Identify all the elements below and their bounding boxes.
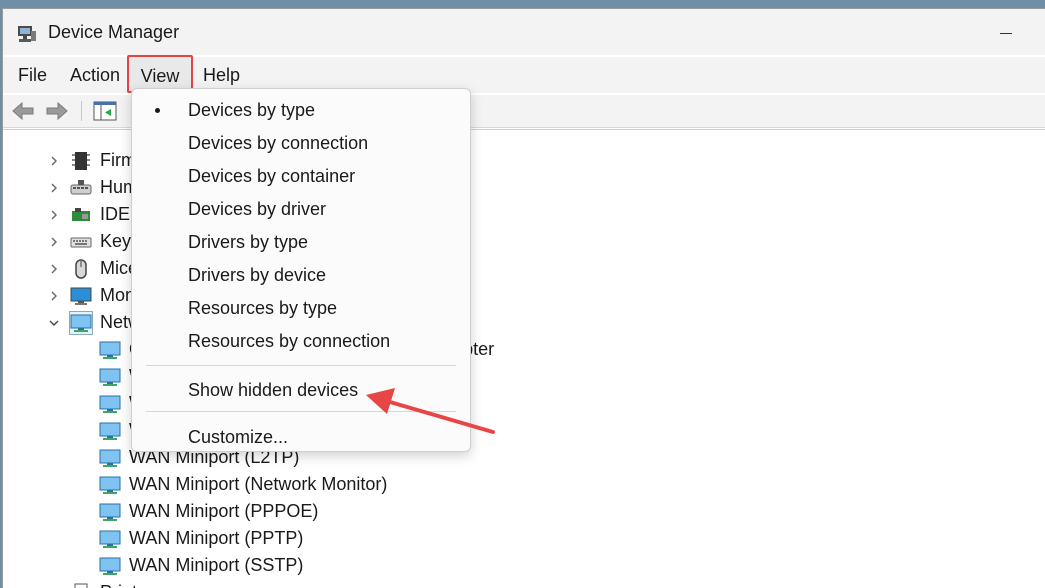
customize-label: Customize... [188,427,289,447]
network-adapter-icon [69,311,93,335]
view-menu-item[interactable]: Devices by driver [132,193,470,225]
view-menu-item-label: Devices by driver [188,199,327,219]
view-menu-item-label: Devices by type [188,100,316,120]
tree-category-label: Print queues [100,579,201,588]
menu-separator [146,365,456,366]
chevron-right-icon[interactable] [47,228,61,255]
ide-controller-icon [70,204,92,226]
hid-icon [70,177,92,199]
view-menu-dropdown: Devices by type Devices by connection Devi… [131,88,471,452]
tree-device-row[interactable]: WAN Miniport (PPPOE) [3,498,1003,525]
view-menu-item[interactable]: Devices by container [132,160,470,192]
network-adapter-icon [99,393,121,415]
show-hide-console-tree-button[interactable] [91,99,119,123]
menu-separator [146,411,456,412]
minimize-icon [1000,32,1012,34]
window-title: Device Manager [48,22,180,42]
forward-arrow-icon [46,101,68,121]
view-menu-item-label: Resources by connection [188,331,391,351]
tree-device-label: WAN Miniport (PPPOE) [129,501,319,521]
network-adapter-icon [99,528,121,550]
tree-device-label: WAN Miniport (PPTP) [129,528,304,548]
network-adapter-icon [99,366,121,388]
menu-action[interactable]: Action [70,57,120,93]
chevron-right-icon[interactable] [47,147,61,174]
chevron-right-icon[interactable] [47,282,61,309]
tree-device-row[interactable]: WAN Miniport (PPTP) [3,525,1003,552]
view-menu-item-label: Drivers by type [188,232,309,252]
network-adapter-icon [99,447,121,469]
tree-device-row[interactable]: WAN Miniport (SSTP) [3,552,1003,579]
show-hidden-devices-label: Show hidden devices [188,380,359,400]
printer-icon [70,582,92,588]
console-tree-icon [93,101,117,121]
view-menu-item[interactable]: Resources by connection [132,325,470,357]
tree-device-label: WAN Miniport (Network Monitor) [129,474,388,494]
mouse-icon [70,258,92,280]
view-menu-item-label: Devices by connection [188,133,369,153]
device-manager-app-icon [18,26,36,42]
minimize-button[interactable] [991,19,1021,47]
view-menu-item[interactable]: Drivers by device [132,259,470,291]
view-menu-item-label: Resources by type [188,298,338,318]
toolbar-separator [81,101,82,121]
customize-item[interactable]: Customize... [132,421,470,453]
view-menu-item[interactable]: Devices by connection [132,127,470,159]
show-hidden-devices-item[interactable]: Show hidden devices [132,374,470,406]
network-adapter-icon [99,474,121,496]
view-menu-item[interactable]: Devices by type [132,94,470,126]
monitor-icon [70,285,92,307]
chevron-right-icon[interactable] [47,201,61,228]
chevron-right-icon[interactable] [47,255,61,282]
back-button[interactable] [9,99,37,123]
network-adapter-icon [99,420,121,442]
menu-file[interactable]: File [18,57,47,93]
view-menu-item-label: Drivers by device [188,265,327,285]
chevron-down-icon[interactable] [47,309,61,336]
tree-category-row[interactable]: Print queues [3,579,1003,588]
back-arrow-icon [12,101,34,121]
firmware-chip-icon [70,150,92,172]
title-bar: Device Manager [3,9,1045,55]
selected-bullet-icon [155,108,160,113]
view-menu-item-label: Devices by container [188,166,356,186]
tree-device-row[interactable]: WAN Miniport (Network Monitor) [3,471,1003,498]
tree-device-label: WAN Miniport (SSTP) [129,555,304,575]
network-adapter-icon [99,501,121,523]
chevron-right-icon[interactable] [47,174,61,201]
chevron-right-icon[interactable] [47,579,61,588]
network-adapter-icon [99,555,121,577]
keyboard-icon [70,231,92,253]
forward-button[interactable] [43,99,71,123]
view-menu-item[interactable]: Resources by type [132,292,470,324]
view-menu-item[interactable]: Drivers by type [132,226,470,258]
network-adapter-icon [99,339,121,361]
